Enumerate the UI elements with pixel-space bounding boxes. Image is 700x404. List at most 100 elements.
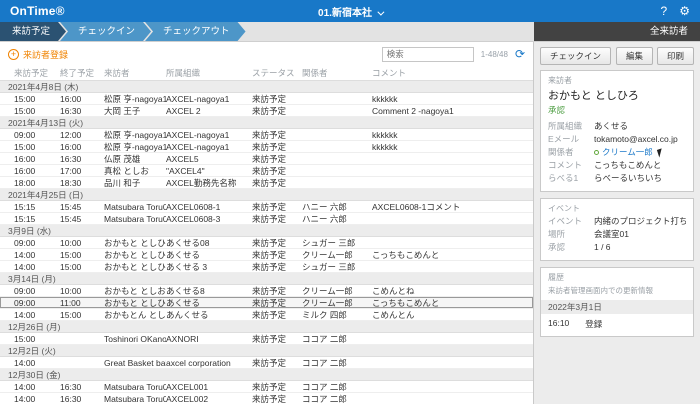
field-value: tokamoto@axcel.co.jp (594, 133, 678, 146)
cell-org: あくせる (166, 297, 252, 309)
cell-end: 15:00 (60, 262, 104, 272)
tab-bar: 来訪予定チェックインチェックアウト 全来訪者 (0, 22, 700, 42)
cell-end: 15:45 (60, 214, 104, 224)
cell-org: あくせる (166, 249, 252, 261)
table-row[interactable]: 16:0016:30仏原 茂雄AXCEL5来訪予定 (0, 153, 533, 165)
cell-status: 来訪予定 (252, 141, 302, 153)
table-row[interactable]: 09:0012:00松原 亨-nagoya1AXCEL-nagoya1来訪予定k… (0, 129, 533, 141)
cell-status: 来訪予定 (252, 297, 302, 309)
cell-visitor: おかもと としひろ (104, 261, 166, 273)
cell-start: 15:00 (14, 142, 60, 152)
cell-visitor: おかもと としひろ (104, 297, 166, 309)
top-icons: ? ⚙ (661, 4, 700, 18)
cell-end: 16:30 (60, 106, 104, 116)
table-row[interactable]: 15:0016:00松原 亨-nagoya1AXCEL-nagoya1来訪予定k… (0, 93, 533, 105)
cell-status: 来訪予定 (252, 261, 302, 273)
cell-visitor: 品川 和子 (104, 177, 166, 189)
date-group-row[interactable]: 3月9日 (水) (0, 225, 533, 237)
cell-end: 12:00 (60, 130, 104, 140)
cell-related: クリーム一郎 (302, 249, 372, 261)
site-selector[interactable]: 01.新宿本社 (0, 4, 700, 19)
tab-checkin[interactable]: チェックイン (60, 22, 151, 41)
table-row[interactable]: 18:0018:30品川 和子AXCEL勤務先名称来訪予定 (0, 177, 533, 189)
register-visitor-button[interactable]: + 来訪者登録 (8, 48, 68, 61)
cell-start: 14:00 (14, 310, 60, 320)
cell-start: 14:00 (14, 250, 60, 260)
edit-button[interactable]: 編集 (616, 47, 653, 65)
cell-comment: こめんとね (372, 285, 533, 297)
cell-visitor: 仏原 茂雄 (104, 153, 166, 165)
cell-visitor: 大岡 王子 (104, 105, 166, 117)
cell-org: AXCEL5 (166, 154, 252, 164)
table-row[interactable]: 14:0015:00おかもと としひろあくせる来訪予定クリーム一郎こっちもこめん… (0, 249, 533, 261)
cell-status: 来訪予定 (252, 105, 302, 117)
refresh-icon[interactable]: ⟳ (515, 48, 525, 60)
table-row[interactable]: 14:00Great Basket ballaxcel corporation来… (0, 357, 533, 369)
table-row[interactable]: 15:0016:00松原 亨-nagoya1AXCEL-nagoya1来訪予定k… (0, 141, 533, 153)
table-row[interactable]: 15:1515:45Matsubara Toru0608-1AXCEL0608-… (0, 201, 533, 213)
gear-icon[interactable]: ⚙ (679, 4, 690, 18)
detail-field-row: 場所会議室01 (548, 228, 686, 241)
detail-field-row: イベント内緒のプロジェクト打ち合わせ (548, 215, 686, 228)
table-row[interactable]: 15:0016:30大岡 王子AXCEL 2来訪予定Comment 2 -nag… (0, 105, 533, 117)
table-row[interactable]: 15:00Toshinori OKanoriAXNORI来訪予定ココア 二郎 (0, 333, 533, 345)
cell-status: 来訪予定 (252, 357, 302, 369)
cell-end: 15:45 (60, 202, 104, 212)
ontime-app-window: OnTime® 01.新宿本社 ? ⚙ 来訪予定チェックインチェックアウト 全来… (0, 0, 700, 404)
cell-end: 16:30 (60, 394, 104, 404)
related-person-link[interactable]: クリーム一郎 (594, 146, 663, 159)
cell-org: あくせる8 (166, 285, 252, 297)
cell-start: 09:00 (14, 238, 60, 248)
cell-visitor: 松原 亨-nagoya1 (104, 93, 166, 105)
cell-related: シュガー 三郎 (302, 237, 372, 249)
cell-status: 来訪予定 (252, 201, 302, 213)
table-row[interactable]: 14:0015:00おかもとん としんあんくせる来訪予定ミルク 四郎こめんとん (0, 309, 533, 321)
cell-status: 来訪予定 (252, 309, 302, 321)
cell-start: 09:00 (14, 286, 60, 296)
tab-all-visitors[interactable]: 全来訪者 (534, 22, 700, 41)
field-value: こっちもこめんと (594, 159, 661, 172)
table-row[interactable]: 14:0015:00おかもと としひろあくせる 3来訪予定シュガー 三郎 (0, 261, 533, 273)
help-icon[interactable]: ? (661, 4, 668, 18)
date-group-row[interactable]: 12月26日 (月) (0, 321, 533, 333)
tab-visits[interactable]: 来訪予定 (0, 22, 66, 41)
table-row[interactable]: 09:0010:00おかもと としひろあくせる08来訪予定シュガー 三郎 (0, 237, 533, 249)
column-header: 来訪者 (104, 67, 166, 79)
search-input[interactable] (382, 47, 474, 62)
date-group-row[interactable]: 2021年4月8日 (木) (0, 81, 533, 93)
cell-org: AXCEL 2 (166, 106, 252, 116)
date-group-row[interactable]: 12月2日 (火) (0, 345, 533, 357)
table-row[interactable]: 09:0011:00おかもと としひろあくせる来訪予定クリーム一郎こっちもこめん… (0, 297, 533, 309)
date-group-row[interactable]: 2021年4月13日 (火) (0, 117, 533, 129)
date-group-row[interactable]: 3月14日 (月) (0, 273, 533, 285)
cell-status: 来訪予定 (252, 393, 302, 404)
cell-status: 来訪予定 (252, 165, 302, 177)
cell-visitor: 真松 としお (104, 165, 166, 177)
cell-end: 17:00 (60, 166, 104, 176)
print-button[interactable]: 印刷 (657, 47, 694, 65)
cell-visitor: Matsubara Toru0608-1 (104, 202, 166, 212)
cell-related: ミルク 四郎 (302, 309, 372, 321)
field-label: 所属組織 (548, 120, 594, 133)
cell-comment: こっちもこめんと (372, 249, 533, 261)
cell-org: AXCEL-nagoya1 (166, 130, 252, 140)
table-row[interactable]: 09:0010:00おかもと としおあくせる8来訪予定クリーム一郎こめんとね (0, 285, 533, 297)
field-value: らべーるいちいち (594, 172, 662, 185)
date-group-row[interactable]: 2021年4月25日 (日) (0, 189, 533, 201)
cell-related: ココア 二郎 (302, 357, 372, 369)
cell-related: ココア 二郎 (302, 381, 372, 393)
table-row[interactable]: 16:0017:00真松 としお"AXCEL4"来訪予定 (0, 165, 533, 177)
cell-visitor: おかもとん としん (104, 309, 166, 321)
cell-end: 16:30 (60, 382, 104, 392)
related-person-name: クリーム一郎 (602, 146, 653, 159)
tab-checkout[interactable]: チェックアウト (145, 22, 246, 41)
column-header: 終了予定 (60, 67, 104, 79)
checkin-button[interactable]: チェックイン (540, 47, 611, 65)
table-row[interactable]: 14:0016:30Matsubara Toru001AXCEL001来訪予定コ… (0, 381, 533, 393)
history-subtitle: 来訪者管理画面内での更新情報 (548, 285, 686, 296)
table-row[interactable]: 14:0016:30Matsubara Toru002AXCEL002来訪予定コ… (0, 393, 533, 404)
table-row[interactable]: 15:1515:45Matsubara Toru0608-3AXCEL0608-… (0, 213, 533, 225)
date-group-row[interactable]: 12月30日 (金) (0, 369, 533, 381)
cell-comment: kkkkkk (372, 130, 533, 140)
list-toolbar: + 来訪者登録 1-48/48 ⟳ (0, 42, 533, 66)
